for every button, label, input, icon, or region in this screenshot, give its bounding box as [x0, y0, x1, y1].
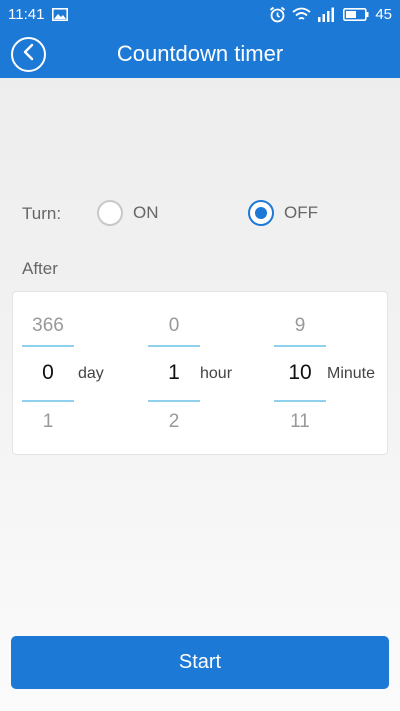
status-right: 45 [269, 6, 392, 23]
status-time: 11:41 [8, 6, 45, 23]
day-divider-bottom [22, 400, 74, 402]
radio-on[interactable] [97, 200, 123, 226]
hour-current-value[interactable]: 1 [148, 361, 200, 385]
after-label: After [22, 259, 58, 278]
minute-next-value[interactable]: 11 [274, 411, 326, 433]
day-current-value[interactable]: 0 [22, 361, 74, 385]
hour-divider-top [148, 345, 200, 347]
radio-on-label: ON [133, 203, 159, 222]
start-button[interactable]: Start [11, 636, 389, 689]
hour-divider-bottom [148, 400, 200, 402]
status-left: 11:41 [8, 6, 69, 23]
hour-prev-value[interactable]: 0 [148, 315, 200, 337]
minute-divider-top [274, 345, 326, 347]
radio-off-label: OFF [284, 203, 318, 222]
minute-current-value[interactable]: 10 [274, 361, 326, 385]
day-next-value[interactable]: 1 [22, 411, 74, 433]
minute-prev-value[interactable]: 9 [274, 315, 326, 337]
turn-label: Turn: [22, 204, 62, 223]
radio-option-off[interactable]: OFF [248, 200, 318, 226]
alarm-icon [269, 6, 286, 23]
page-title: Countdown timer [116, 41, 284, 66]
start-button-label: Start [178, 651, 222, 673]
minute-divider-bottom [274, 400, 326, 402]
signal-icon [317, 7, 337, 22]
battery-icon [343, 8, 369, 21]
hour-wheel[interactable]: 0 1 2 [148, 292, 200, 456]
day-divider-top [22, 345, 74, 347]
hour-unit-label: hour [200, 365, 233, 382]
wifi-icon [292, 7, 311, 22]
day-unit-label: day [78, 365, 104, 382]
countdown-picker: 366 0 1 day 0 1 2 hour 9 10 11 Minute [12, 291, 388, 455]
app-bar: Countdown timer [0, 29, 400, 78]
image-icon [52, 8, 69, 21]
radio-off[interactable] [248, 200, 274, 226]
radio-option-on[interactable]: ON [97, 200, 159, 226]
battery-level: 45 [375, 6, 392, 23]
day-wheel[interactable]: 366 0 1 [22, 292, 74, 456]
minute-unit-label: Minute [327, 365, 376, 382]
turn-row: Turn: ON OFF [22, 200, 382, 228]
hour-next-value[interactable]: 2 [148, 411, 200, 433]
day-prev-value[interactable]: 366 [22, 315, 74, 337]
status-bar: 11:41 45 [0, 0, 400, 29]
minute-wheel[interactable]: 9 10 11 [274, 292, 326, 456]
